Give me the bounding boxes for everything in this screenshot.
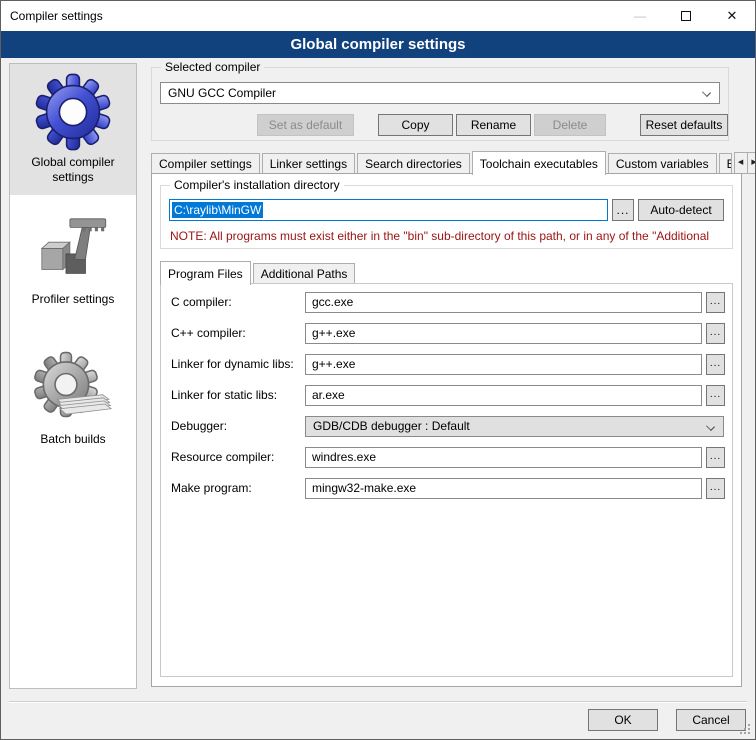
field-label: Linker for dynamic libs: (171, 354, 294, 375)
compiler-select[interactable]: GNU GCC Compiler (160, 82, 720, 104)
make-program-browse-button[interactable]: ... (706, 478, 725, 499)
resource-compiler-browse-button[interactable]: ... (706, 447, 725, 468)
copy-button[interactable]: Copy (378, 114, 453, 136)
program-files-panel: C compiler: gcc.exe ... C++ compiler: g+… (160, 283, 733, 677)
chevron-down-icon (702, 88, 711, 97)
c-compiler-row: C compiler: gcc.exe ... (161, 292, 732, 313)
window-controls: — ✕ (617, 1, 755, 31)
make-program-row: Make program: mingw32-make.exe ... (161, 478, 732, 499)
ok-button[interactable]: OK (588, 709, 658, 731)
installation-directory-row: C:\raylib\MinGW ... Auto-detect (169, 199, 724, 221)
installation-directory-group: Compiler's installation directory C:\ray… (160, 185, 733, 249)
c-compiler-browse-button[interactable]: ... (706, 292, 725, 313)
installation-directory-value: C:\raylib\MinGW (172, 202, 263, 218)
field-label: C++ compiler: (171, 323, 246, 344)
tab-scroll-left-icon[interactable]: ◀ (734, 152, 748, 174)
tab-program-files[interactable]: Program Files (160, 261, 251, 285)
compiler-buttons-row: Set as default Copy Rename Delete Reset … (152, 114, 728, 136)
footer-divider (9, 701, 747, 703)
tab-scroll-arrows: ◀ ▶ (734, 152, 756, 174)
delete-button[interactable]: Delete (534, 114, 606, 136)
browse-directory-button[interactable]: ... (612, 199, 634, 221)
bin-subdirectory-note: NOTE: All programs must exist either in … (170, 229, 730, 243)
paths-tab-bar: Program Files Additional Paths (160, 261, 735, 284)
maximize-icon (681, 11, 691, 21)
maximize-button[interactable] (663, 1, 709, 31)
sidebar-item-label: Global compiler settings (12, 155, 134, 185)
field-label: Make program: (171, 478, 252, 499)
field-label: Linker for static libs: (171, 385, 277, 406)
sidebar-item-global-compiler-settings[interactable]: Global compiler settings (10, 64, 136, 195)
debugger-select-value: GDB/CDB debugger : Default (313, 419, 470, 433)
set-as-default-button[interactable]: Set as default (257, 114, 354, 136)
dynamic-linker-input[interactable]: g++.exe (305, 354, 702, 375)
debugger-select[interactable]: GDB/CDB debugger : Default (305, 416, 724, 437)
dynamic-linker-row: Linker for dynamic libs: g++.exe ... (161, 354, 732, 375)
compiler-settings-window: Compiler settings — ✕ Global compiler se… (0, 0, 756, 740)
cpp-compiler-input[interactable]: g++.exe (305, 323, 702, 344)
resize-grip[interactable] (748, 724, 750, 726)
minimize-button[interactable]: — (617, 1, 663, 31)
tab-build-options[interactable]: Build (719, 153, 732, 174)
static-linker-row: Linker for static libs: ar.exe ... (161, 385, 732, 406)
sidebar-item-label: Batch builds (12, 432, 134, 447)
dialog-header: Global compiler settings (1, 31, 755, 58)
main-tab-bar: Compiler settings Linker settings Search… (151, 150, 749, 174)
dialog-body: Global compiler settings Profiler settin… (1, 58, 755, 739)
resource-compiler-row: Resource compiler: windres.exe ... (161, 447, 732, 468)
sidebar-item-label: Profiler settings (12, 292, 134, 307)
close-icon: ✕ (727, 8, 738, 24)
cpp-compiler-browse-button[interactable]: ... (706, 323, 725, 344)
static-linker-input[interactable]: ar.exe (305, 385, 702, 406)
group-label: Compiler's installation directory (170, 178, 344, 192)
tab-additional-paths[interactable]: Additional Paths (253, 263, 356, 284)
cancel-button[interactable]: Cancel (676, 709, 746, 731)
resource-compiler-input[interactable]: windres.exe (305, 447, 702, 468)
window-title: Compiler settings (1, 9, 103, 23)
tab-search-directories[interactable]: Search directories (357, 153, 470, 174)
reset-defaults-button[interactable]: Reset defaults (640, 114, 728, 136)
compiler-select-value: GNU GCC Compiler (168, 86, 276, 100)
selected-compiler-group: Selected compiler GNU GCC Compiler Set a… (151, 67, 729, 141)
c-compiler-input[interactable]: gcc.exe (305, 292, 702, 313)
cpp-compiler-row: C++ compiler: g++.exe ... (161, 323, 732, 344)
blue-gear-icon (33, 72, 113, 152)
tab-compiler-settings[interactable]: Compiler settings (151, 153, 260, 174)
tab-toolchain-executables[interactable]: Toolchain executables (472, 151, 606, 175)
field-label: Debugger: (171, 416, 227, 437)
installation-directory-input[interactable]: C:\raylib\MinGW (169, 199, 608, 221)
make-program-input[interactable]: mingw32-make.exe (305, 478, 702, 499)
auto-detect-button[interactable]: Auto-detect (638, 199, 724, 221)
toolchain-executables-panel: Compiler's installation directory C:\ray… (151, 173, 742, 687)
title-bar: Compiler settings — ✕ (1, 1, 755, 31)
tab-linker-settings[interactable]: Linker settings (262, 153, 355, 174)
sidebar-item-profiler-settings[interactable]: Profiler settings (10, 203, 136, 313)
static-linker-browse-button[interactable]: ... (706, 385, 725, 406)
tab-custom-variables[interactable]: Custom variables (608, 153, 717, 174)
chevron-down-icon (706, 422, 715, 431)
caliper-icon (34, 211, 112, 289)
tab-scroll-right-icon[interactable]: ▶ (748, 152, 756, 174)
dialog-header-title: Global compiler settings (290, 36, 465, 53)
settings-category-list: Global compiler settings Profiler settin… (9, 63, 137, 689)
rename-button[interactable]: Rename (456, 114, 531, 136)
group-label: Selected compiler (161, 60, 264, 74)
debugger-row: Debugger: GDB/CDB debugger : Default (161, 416, 732, 437)
minimize-icon: — (634, 9, 646, 23)
gray-gear-stack-icon (34, 351, 112, 429)
close-button[interactable]: ✕ (709, 1, 755, 31)
dynamic-linker-browse-button[interactable]: ... (706, 354, 725, 375)
field-label: Resource compiler: (171, 447, 274, 468)
field-label: C compiler: (171, 292, 232, 313)
sidebar-item-batch-builds[interactable]: Batch builds (10, 343, 136, 453)
